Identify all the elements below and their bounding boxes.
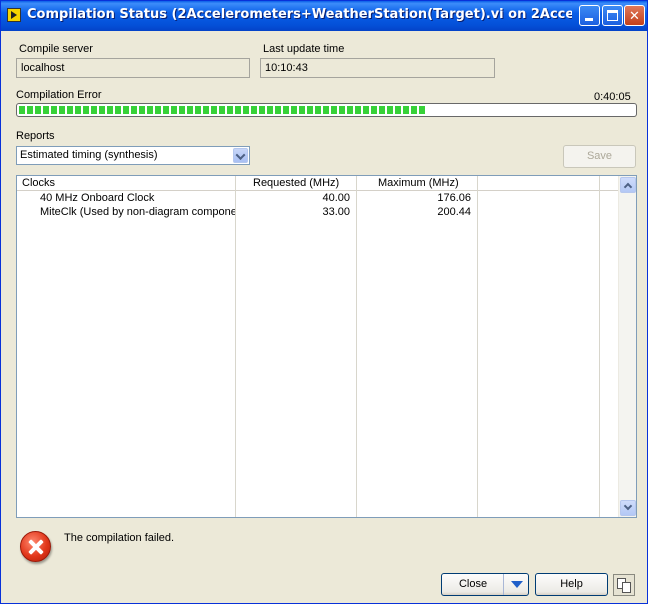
window-title: Compilation Status (2Accelerometers+Weat… [27, 7, 572, 22]
last-update-label: Last update time [263, 43, 345, 55]
compilation-progress-bar [16, 103, 637, 117]
maximum-cell: 200.44 [437, 206, 471, 218]
maximize-button[interactable] [602, 5, 623, 26]
close-dropdown-icon[interactable] [503, 574, 529, 595]
chevron-down-icon [623, 501, 633, 511]
requested-cell: 33.00 [322, 206, 350, 218]
column-header-clocks[interactable]: Clocks [22, 177, 55, 189]
column-divider [356, 176, 357, 517]
timing-report-table: Clocks Requested (MHz) Maximum (MHz) 40 … [16, 175, 637, 518]
vertical-scrollbar[interactable] [618, 176, 636, 517]
status-message: The compilation failed. [64, 532, 175, 544]
compilation-status-label: Compilation Error [16, 89, 102, 101]
maximum-cell: 176.06 [437, 192, 471, 204]
column-header-requested[interactable]: Requested (MHz) [253, 177, 339, 189]
chevron-up-icon [623, 182, 633, 192]
clock-name-cell: 40 MHz Onboard Clock [40, 192, 155, 204]
column-divider [599, 176, 600, 517]
close-button-label: Close [458, 578, 488, 590]
help-button[interactable]: Help [535, 573, 608, 596]
column-header-maximum[interactable]: Maximum (MHz) [378, 177, 459, 189]
scroll-down-button[interactable] [620, 500, 636, 516]
close-window-button[interactable]: ✕ [624, 5, 645, 26]
close-icon: ✕ [629, 8, 640, 23]
table-header: Clocks Requested (MHz) Maximum (MHz) [17, 176, 620, 191]
elapsed-time: 0:40:05 [594, 91, 631, 103]
error-icon [20, 531, 51, 562]
minimize-icon [585, 18, 593, 21]
reports-selected-value: Estimated timing (synthesis) [20, 149, 158, 161]
minimize-button[interactable] [579, 5, 600, 26]
compilation-status-window: Compilation Status (2Accelerometers+Weat… [0, 0, 648, 604]
table-row[interactable]: 40 MHz Onboard Clock 40.00 176.06 [17, 192, 620, 206]
maximize-icon [607, 10, 618, 21]
labview-app-icon[interactable] [7, 8, 21, 22]
window-copy-icon[interactable] [613, 574, 635, 596]
requested-cell: 40.00 [322, 192, 350, 204]
column-divider [477, 176, 478, 517]
reports-label: Reports [16, 130, 55, 142]
clock-name-cell: MiteClk (Used by non-diagram componer [40, 206, 235, 218]
chevron-down-icon [235, 150, 246, 161]
dropdown-arrow-button[interactable] [233, 148, 248, 163]
table-row[interactable]: MiteClk (Used by non-diagram componer 33… [17, 206, 620, 220]
column-divider [235, 176, 236, 517]
compile-server-label: Compile server [19, 43, 93, 55]
title-bar[interactable]: Compilation Status (2Accelerometers+Weat… [1, 1, 647, 31]
reports-dropdown[interactable]: Estimated timing (synthesis) [16, 146, 250, 165]
last-update-field: 10:10:43 [260, 58, 495, 78]
close-button[interactable]: Close [441, 573, 529, 596]
scroll-up-button[interactable] [620, 177, 636, 193]
progress-fill [19, 106, 425, 114]
save-button[interactable]: Save [563, 145, 636, 168]
compile-server-field: localhost [16, 58, 250, 78]
